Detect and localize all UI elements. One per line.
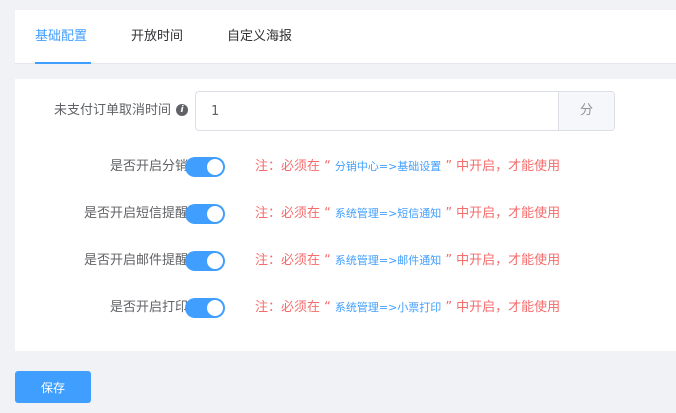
- print-switch-row: 是否开启打印 注：必须在 “ 系统管理=>小票打印 ” 中开启，才能使用: [15, 292, 676, 324]
- sms-switch-label: 是否开启短信提醒: [83, 206, 188, 221]
- tab-custom-poster[interactable]: 自定义海报: [227, 10, 292, 64]
- email-note: 注：必须在 “ 系统管理=>邮件通知 ” 中开启，才能使用: [255, 245, 560, 277]
- print-switch[interactable]: [185, 298, 225, 318]
- email-switch-row: 是否开启邮件提醒 注：必须在 “ 系统管理=>邮件通知 ” 中开启，才能使用: [15, 245, 676, 277]
- switch-knob: [207, 253, 223, 269]
- distribution-switch-row: 是否开启分销 注：必须在 “ 分销中心=>基础设置 ” 中开启，才能使用: [15, 151, 676, 183]
- distribution-note: 注：必须在 “ 分销中心=>基础设置 ” 中开启，才能使用: [255, 151, 560, 183]
- order-cancel-input[interactable]: [196, 92, 560, 130]
- note-path-link[interactable]: 系统管理=>短信通知: [335, 207, 441, 220]
- note-path-link[interactable]: 系统管理=>小票打印: [335, 301, 441, 314]
- tabs-bar: 基础配置 开放时间 自定义海报: [15, 10, 676, 64]
- note-path-link[interactable]: 系统管理=>邮件通知: [335, 254, 441, 267]
- order-cancel-input-group: 分: [195, 91, 615, 131]
- note-suffix: ” 中开启，才能使用: [445, 253, 561, 268]
- note-suffix: ” 中开启，才能使用: [445, 300, 561, 315]
- tab-basic-config[interactable]: 基础配置: [35, 10, 87, 64]
- note-prefix: 注：必须在 “: [255, 300, 331, 315]
- email-switch[interactable]: [185, 251, 225, 271]
- sms-switch[interactable]: [185, 204, 225, 224]
- sms-switch-row: 是否开启短信提醒 注：必须在 “ 系统管理=>短信通知 ” 中开启，才能使用: [15, 198, 676, 230]
- print-switch-label: 是否开启打印: [109, 300, 188, 315]
- settings-form: 未支付订单取消时间 i 分 是否开启分销 注：必须在 “ 分销中心=>基础设置 ” 中…: [15, 79, 676, 351]
- minute-unit-append: 分: [558, 92, 614, 130]
- order-cancel-label-text: 未支付订单取消时间: [53, 103, 171, 118]
- info-icon[interactable]: i: [176, 103, 188, 116]
- switch-knob: [207, 206, 223, 222]
- tab-open-time[interactable]: 开放时间: [131, 10, 183, 64]
- distribution-switch[interactable]: [185, 157, 225, 177]
- active-tab-indicator: [35, 62, 91, 64]
- note-path-link[interactable]: 分销中心=>基础设置: [335, 160, 441, 173]
- switch-knob: [207, 159, 223, 175]
- note-suffix: ” 中开启，才能使用: [445, 159, 561, 174]
- note-prefix: 注：必须在 “: [255, 206, 331, 221]
- switch-knob: [207, 300, 223, 316]
- email-switch-label: 是否开启邮件提醒: [83, 253, 188, 268]
- note-prefix: 注：必须在 “: [255, 253, 331, 268]
- sms-note: 注：必须在 “ 系统管理=>短信通知 ” 中开启，才能使用: [255, 198, 560, 230]
- save-button[interactable]: 保存: [15, 371, 91, 403]
- order-cancel-row: 未支付订单取消时间 i 分: [15, 91, 676, 131]
- order-cancel-label: 未支付订单取消时间 i: [54, 95, 188, 127]
- note-suffix: ” 中开启，才能使用: [445, 206, 561, 221]
- note-prefix: 注：必须在 “: [255, 159, 331, 174]
- print-note: 注：必须在 “ 系统管理=>小票打印 ” 中开启，才能使用: [255, 292, 560, 324]
- distribution-switch-label: 是否开启分销: [109, 159, 188, 174]
